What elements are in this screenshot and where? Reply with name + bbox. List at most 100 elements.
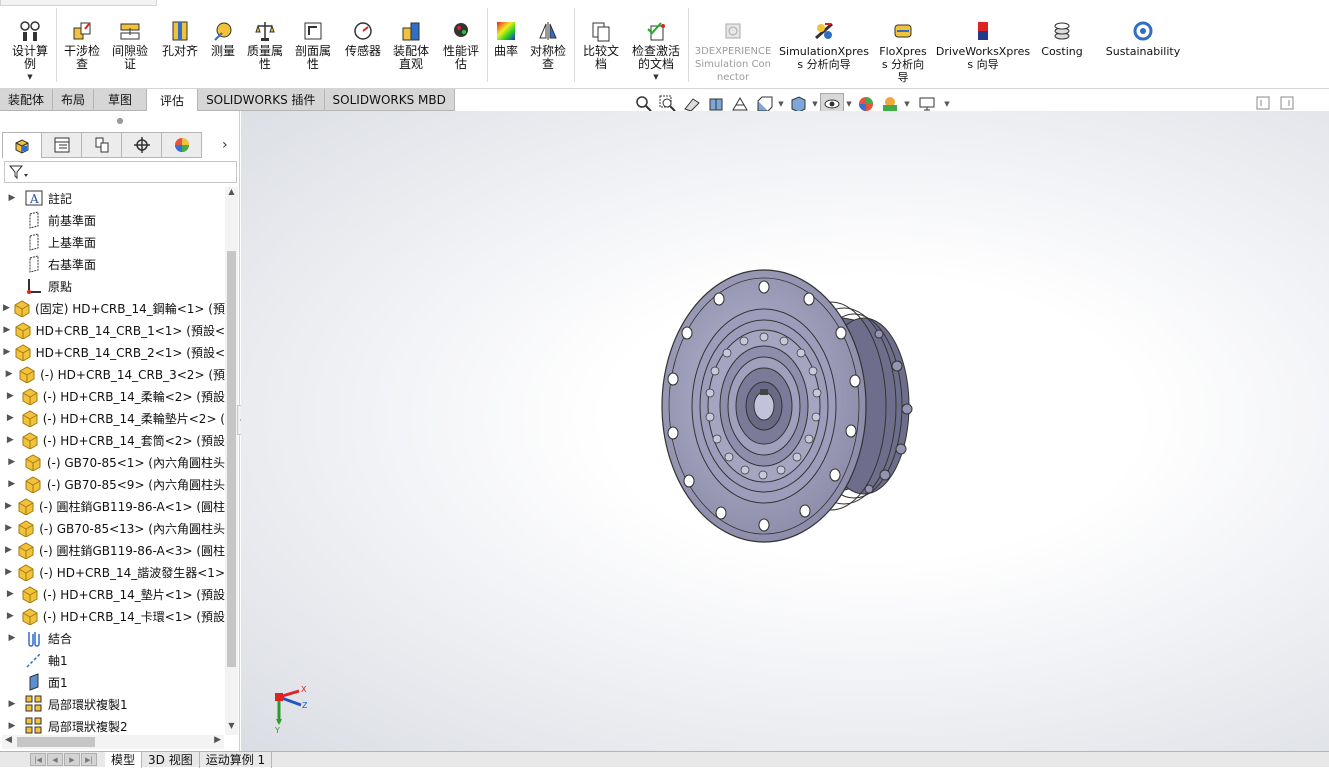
graphics-area[interactable]: X Z Y [241,111,1329,751]
last-tab-icon[interactable]: ▶| [81,753,97,766]
section-properties-button[interactable]: 剖面属性 [290,0,336,89]
expand-arrow-icon[interactable]: ▶ [0,567,17,577]
expand-arrow-icon[interactable]: ▶ [0,303,13,313]
expand-arrow-icon[interactable]: ▶ [0,347,14,357]
tab-sketch[interactable]: 草图 [94,89,148,111]
performance-evaluation-button[interactable]: 性能评估 [438,0,484,89]
tree-item-axis[interactable]: 軸1 [0,649,225,671]
mass-properties-button[interactable]: 质量属性 [242,0,288,89]
driveworksxpress-button[interactable]: DriveWorksXpress 向导 [934,0,1032,89]
expand-arrow-icon[interactable]: ▶ [0,699,24,709]
tree-item-component[interactable]: ▶ (-) HD+CRB_14_諧波發生器<1> [0,561,225,583]
tree-item-component[interactable]: ▶ (-) GB70-85<9> (內六角圓柱头 [0,473,225,495]
clearance-verification-button[interactable]: 间隙验证 [108,0,152,89]
first-tab-icon[interactable]: |◀ [30,753,46,766]
tab-property-manager[interactable] [42,132,82,158]
tab-layout[interactable]: 布局 [53,89,95,111]
scrollbar-thumb[interactable] [227,251,236,667]
simulationxpress-button[interactable]: SimulationXpress 分析向导 [778,0,870,89]
chevron-down-icon[interactable]: ▼ [653,73,658,81]
chevron-down-icon[interactable]: ▼ [942,100,952,108]
chevron-down-icon[interactable]: ▼ [810,100,820,108]
expand-arrow-icon[interactable]: ▶ [0,721,24,731]
tab-motion-study-1[interactable]: 运动算例 1 [200,751,273,768]
expand-arrow-icon[interactable]: ▶ [0,589,21,599]
tree-item-front-plane[interactable]: 前基準面 [0,209,225,231]
chevron-down-icon[interactable]: ▼ [844,100,854,108]
scroll-down-icon[interactable]: ▼ [225,721,238,735]
chevron-down-icon[interactable]: ▼ [27,73,32,81]
expand-arrow-icon[interactable]: ▶ [0,523,17,533]
floxpress-button[interactable]: FloXpress 分析向导 [876,0,930,89]
tab-evaluate[interactable]: 评估 [147,89,199,111]
expand-arrow-icon[interactable]: ▶ [0,611,21,621]
scroll-left-icon[interactable]: ◀ [5,735,12,745]
tree-item-face[interactable]: 面1 [0,671,225,693]
expand-arrow-icon[interactable]: ▶ [0,457,23,467]
measure-button[interactable]: 测量 [204,0,242,89]
tree-horizontal-scrollbar[interactable]: ◀ ▶ [2,735,224,749]
scroll-right-icon[interactable]: ▶ [214,735,221,745]
simulation-connector-button[interactable]: 3DEXPERIENCE Simulation Connector [692,0,774,89]
tree-vertical-scrollbar[interactable]: ▲ ▼ [225,187,238,735]
tree-item-component[interactable]: ▶ (-) HD+CRB_14_柔輪墊片<2> ( [0,407,225,429]
tab-solidworks-mbd[interactable]: SOLIDWORKS MBD [324,89,455,111]
tree-item-pattern[interactable]: ▶ 局部環狀複製2 [0,715,225,735]
sensor-button[interactable]: 传感器 [340,0,386,89]
next-tab-icon[interactable]: ▶ [64,753,80,766]
hole-alignment-button[interactable]: 孔对齐 [156,0,204,89]
interference-check-button[interactable]: 干涉检查 [60,0,104,89]
expand-arrow-icon[interactable]: ▶ [0,545,17,555]
previous-tab-icon[interactable]: ◀ [47,753,63,766]
tree-item-component[interactable]: ▶ HD+CRB_14_CRB_2<1> (預設< [0,341,225,363]
costing-button[interactable]: Costing [1036,0,1088,89]
expand-arrow-icon[interactable]: ▶ [0,193,24,203]
tab-display-manager[interactable] [162,132,202,158]
scrollbar-thumb[interactable] [17,737,95,747]
tree-item-component[interactable]: ▶ HD+CRB_14_CRB_1<1> (預設< [0,319,225,341]
expand-arrow-icon[interactable]: ▶ [0,633,24,643]
panel-grip[interactable]: ● [0,111,240,129]
symmetry-check-button[interactable]: 对称检查 [526,0,570,89]
expand-arrow-icon[interactable]: ▶ [0,501,17,511]
curvature-button[interactable]: 曲率 [490,0,522,89]
check-active-document-button[interactable]: 检查激活的文档 ▼ [628,0,684,89]
tree-item-component[interactable]: ▶ (-) HD+CRB_14_卡環<1> (預設 [0,605,225,627]
tree-item-pattern[interactable]: ▶ 局部環狀複製1 [0,693,225,715]
collapse-right-icon[interactable] [1280,96,1294,110]
chevron-right-icon[interactable]: › [222,137,228,153]
tree-item-component[interactable]: ▶ (-) HD+CRB_14_套筒<2> (預設 [0,429,225,451]
tree-item-origin[interactable]: 原點 [0,275,225,297]
tree-item-right-plane[interactable]: 右基準面 [0,253,225,275]
expand-arrow-icon[interactable]: ▶ [0,413,21,423]
tree-item-component[interactable]: ▶ (-) HD+CRB_14_墊片<1> (預設 [0,583,225,605]
expand-arrow-icon[interactable]: ▶ [0,479,23,489]
tree-item-component[interactable]: ▶ (-) HD+CRB_14_CRB_3<2> (預 [0,363,225,385]
tree-item-component[interactable]: ▶ (-) 圓柱銷GB119-86-A<3> (圓柱 [0,539,225,561]
tab-model[interactable]: 模型 [105,751,143,768]
expand-arrow-icon[interactable]: ▶ [0,325,14,335]
chevron-down-icon[interactable]: ▼ [902,100,912,108]
compare-documents-button[interactable]: 比较文档 [578,0,624,89]
tree-item-component[interactable]: ▶ (-) 圓柱銷GB119-86-A<1> (圓柱 [0,495,225,517]
tree-item-component[interactable]: ▶ (固定) HD+CRB_14_鋼輪<1> (預 [0,297,225,319]
tab-dimxpert-manager[interactable] [122,132,162,158]
tree-item-mates[interactable]: ▶ 結合 [0,627,225,649]
sustainability-button[interactable]: Sustainability [1104,0,1182,89]
tab-configuration-manager[interactable] [82,132,122,158]
chevron-down-icon[interactable]: ▼ [776,100,786,108]
tree-item-annotations[interactable]: ▶ A 註記 [0,187,225,209]
tab-solidworks-addins[interactable]: SOLIDWORKS 插件 [198,89,325,111]
expand-arrow-icon[interactable]: ▶ [0,391,21,401]
tree-item-top-plane[interactable]: 上基準面 [0,231,225,253]
tab-3d-view[interactable]: 3D 视图 [142,751,200,768]
design-study-button[interactable]: 设计算例 ▼ [6,0,54,89]
feature-tree-filter[interactable] [4,161,237,183]
tree-item-component[interactable]: ▶ (-) GB70-85<13> (內六角圓柱头 [0,517,225,539]
tab-assembly[interactable]: 装配体 [0,89,54,111]
assembly-visualization-button[interactable]: 装配体直观 [388,0,434,89]
collapse-left-icon[interactable] [1256,96,1270,110]
tree-item-component[interactable]: ▶ (-) HD+CRB_14_柔輪<2> (預設 [0,385,225,407]
tree-item-component[interactable]: ▶ (-) GB70-85<1> (內六角圓柱头 [0,451,225,473]
expand-arrow-icon[interactable]: ▶ [0,435,21,445]
